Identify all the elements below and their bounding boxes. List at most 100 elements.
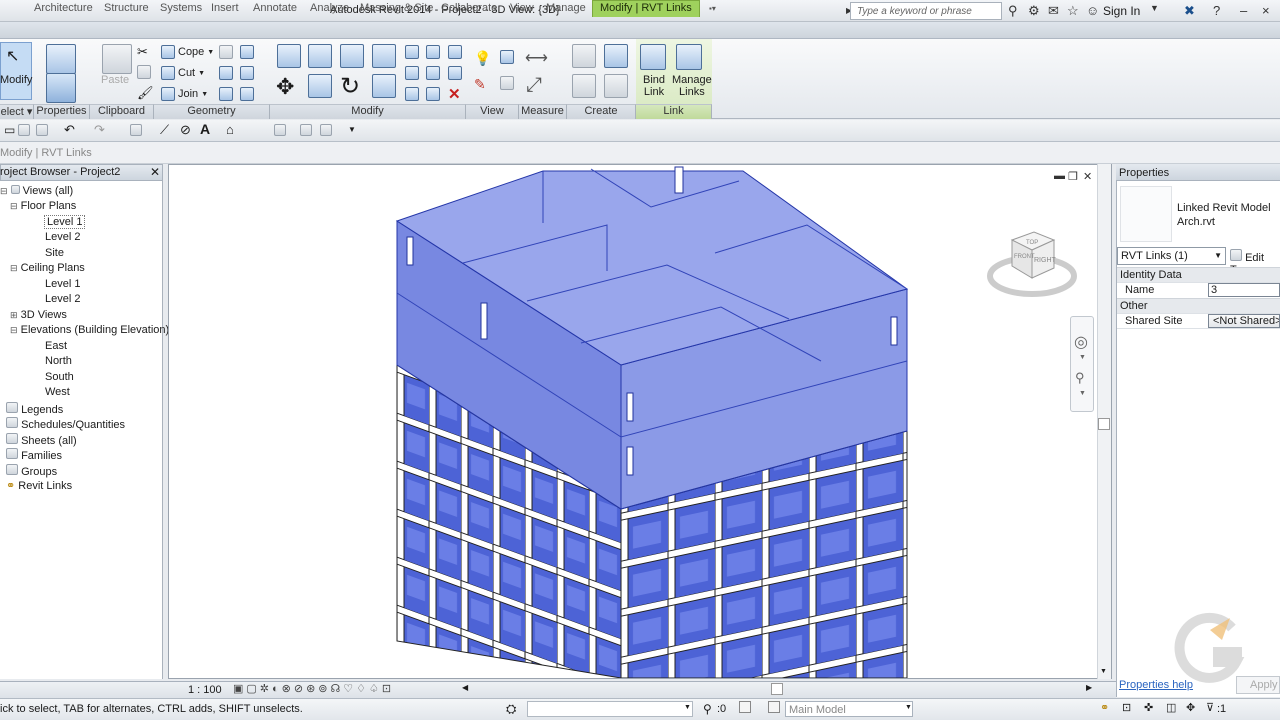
select-panel-label[interactable]: elect ▾ xyxy=(0,104,34,119)
tree-ceiling-level-2[interactable]: Level 2 xyxy=(45,293,80,305)
project-browser-close-icon[interactable]: ✕ xyxy=(150,165,160,179)
cut-icon[interactable]: ✂ xyxy=(137,44,148,60)
tab-manage[interactable]: Manage xyxy=(546,2,586,14)
copy-icon[interactable] xyxy=(137,65,151,82)
shared-site-button[interactable]: <Not Shared> xyxy=(1208,314,1280,328)
tree-floor-level-1[interactable]: Level 1 xyxy=(44,215,86,229)
mirror-pick-axis-icon[interactable] xyxy=(340,44,364,71)
manage-links-button[interactable]: Manage Links xyxy=(672,74,712,98)
sign-in-dropdown-icon[interactable]: ▼ xyxy=(1150,3,1159,13)
array-icon[interactable] xyxy=(405,66,419,83)
canvas-vscroll-thumb[interactable] xyxy=(1098,418,1110,430)
tree-floor-level-2[interactable]: Level 2 xyxy=(45,231,80,243)
text-icon[interactable]: A xyxy=(200,121,210,137)
tree-sheets[interactable]: Sheets (all) xyxy=(6,433,77,447)
measure-qat-icon[interactable]: ⟋ xyxy=(160,122,169,138)
select-links-icon[interactable]: ⚭ xyxy=(1100,701,1109,714)
align-icon[interactable] xyxy=(277,44,301,71)
zoom-icon[interactable]: ⚲ xyxy=(1075,370,1085,386)
favorites-icon[interactable]: ☆ xyxy=(1067,3,1079,19)
tab-massing-site[interactable]: Massing & Site xyxy=(360,2,433,14)
pin-icon[interactable] xyxy=(448,66,462,83)
manage-links-icon[interactable] xyxy=(676,44,702,73)
select-by-face-icon[interactable]: ◫ xyxy=(1166,701,1176,714)
redo-icon[interactable]: ↷ xyxy=(94,122,105,138)
customize-qat-icon[interactable]: ▼ xyxy=(348,125,356,134)
select-underlay-icon[interactable]: ⊡ xyxy=(1122,701,1131,714)
subscription-icon[interactable]: ⚙ xyxy=(1028,3,1040,19)
design-options-icon[interactable] xyxy=(739,701,751,713)
override-graphics-icon[interactable] xyxy=(500,50,514,67)
exchange-icon[interactable]: ✖ xyxy=(1184,3,1195,19)
view-minimize-icon[interactable]: ▬ xyxy=(1054,170,1065,182)
extend-icon[interactable] xyxy=(426,87,440,104)
cut-geometry-button[interactable]: Cut ▼ xyxy=(161,66,205,80)
rotate-icon[interactable]: ↻ xyxy=(340,72,360,101)
view-restore-icon[interactable]: ❐ xyxy=(1068,170,1078,183)
cope-button[interactable]: Cope ▼ xyxy=(161,45,214,59)
tab-insert[interactable]: Insert xyxy=(211,2,239,14)
help-icon[interactable]: ? xyxy=(1213,3,1220,18)
wheel-dropdown-icon[interactable]: ▼ xyxy=(1079,354,1086,361)
view-close-icon[interactable]: ✕ xyxy=(1083,170,1092,183)
undo-icon[interactable]: ↶ xyxy=(64,122,75,138)
offset-icon[interactable] xyxy=(308,44,332,71)
binoculars-icon[interactable]: ⚲ xyxy=(1008,3,1018,19)
move-icon[interactable]: ✥ xyxy=(276,74,294,100)
view-misc-icon[interactable] xyxy=(500,76,514,93)
tab-collaborate[interactable]: Collaborate xyxy=(441,2,497,14)
split-gap-icon[interactable] xyxy=(426,45,440,62)
create-parts-icon[interactable] xyxy=(604,44,628,71)
thin-lines-icon[interactable] xyxy=(274,124,286,139)
minimize-icon[interactable]: – xyxy=(1240,3,1247,18)
viewcube[interactable]: TOP FRONT RIGHT xyxy=(986,228,1082,302)
copy-element-icon[interactable] xyxy=(308,74,332,101)
close-window-icon[interactable]: × xyxy=(1262,3,1270,18)
tab-annotate[interactable]: Annotate xyxy=(253,2,297,14)
drag-elements-icon[interactable]: ✥ xyxy=(1186,701,1195,714)
tree-schedules[interactable]: Schedules/Quantities xyxy=(6,417,125,431)
tab-overflow-icon[interactable]: ▪▾ xyxy=(709,4,716,13)
match-properties-icon[interactable]: 🖌 xyxy=(137,85,154,101)
tree-elev-south[interactable]: South xyxy=(45,371,74,383)
bind-link-icon[interactable] xyxy=(640,44,666,73)
sign-in-button[interactable]: Sign In xyxy=(1103,4,1140,18)
paste-icon[interactable] xyxy=(102,44,132,77)
tree-floor-site[interactable]: Site xyxy=(45,247,64,259)
print-icon[interactable] xyxy=(130,124,142,139)
tab-analyze[interactable]: Analyze xyxy=(310,2,349,14)
create-assembly-icon[interactable] xyxy=(572,44,596,71)
hammer-icon[interactable] xyxy=(240,87,254,104)
trim-multiple-icon[interactable] xyxy=(405,87,419,104)
measure-icon[interactable]: ⟷ xyxy=(525,48,548,68)
paint-icon[interactable] xyxy=(219,66,233,83)
split-element-icon[interactable] xyxy=(405,45,419,62)
zoom-dropdown-icon[interactable]: ▼ xyxy=(1079,390,1086,397)
switch-windows-icon[interactable] xyxy=(320,124,332,139)
tab-structure[interactable]: Structure xyxy=(104,2,149,14)
tree-legends[interactable]: Legends xyxy=(6,402,63,416)
save-icon[interactable] xyxy=(18,124,30,139)
filter-icon[interactable]: ⊽ xyxy=(1206,701,1214,714)
communication-icon[interactable]: ✉ xyxy=(1048,3,1059,19)
scale-indicator[interactable]: 1 : 100 xyxy=(188,684,222,696)
split-face-icon[interactable] xyxy=(240,45,254,62)
other-category[interactable]: Other xyxy=(1117,298,1280,313)
open-icon[interactable]: ▭ xyxy=(4,123,15,137)
aligned-dimension-icon[interactable]: ⤢ xyxy=(526,74,542,97)
dimension-qat-icon[interactable]: ⊘ xyxy=(180,122,191,138)
create-similar-icon[interactable] xyxy=(604,74,628,101)
worksets-icon[interactable]: ⛭ xyxy=(506,701,516,717)
linework-icon[interactable]: ✎ xyxy=(474,76,486,93)
properties-icon[interactable] xyxy=(46,73,76,106)
name-input[interactable]: 3 xyxy=(1208,283,1280,297)
bind-link-button[interactable]: Bind Link xyxy=(643,74,665,98)
workset-dropdown[interactable] xyxy=(527,701,693,717)
join-button[interactable]: Join ▼ xyxy=(161,87,208,101)
delete-icon[interactable]: ✕ xyxy=(448,85,461,103)
hscroll-left-icon[interactable]: ◀ xyxy=(462,683,468,692)
tree-views-all[interactable]: ⊟ Views (all) xyxy=(0,185,73,197)
tab-systems[interactable]: Systems xyxy=(160,2,202,14)
scale-icon[interactable] xyxy=(426,66,440,83)
3d-view-icon[interactable]: ⌂ xyxy=(226,122,234,137)
